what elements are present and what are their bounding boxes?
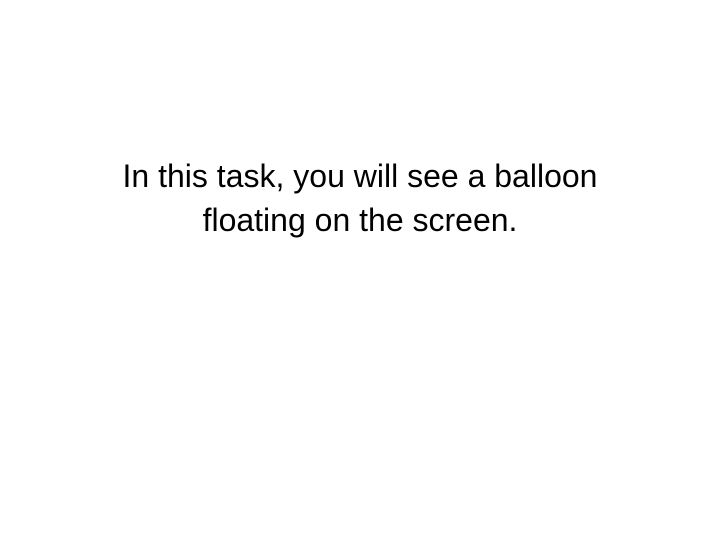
slide: In this task, you will see a balloon flo… [0,0,720,540]
instruction-text: In this task, you will see a balloon flo… [60,154,660,242]
instruction-line-1: In this task, you will see a balloon [122,158,598,194]
instruction-line-2: floating on the screen. [202,202,518,238]
